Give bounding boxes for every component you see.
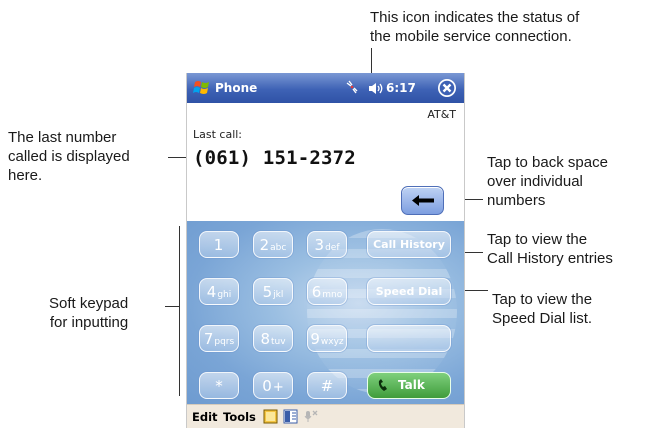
key-letters: jkl [273,290,284,300]
key-digit: 1 [213,236,224,254]
key-letters: + [272,380,284,395]
callout-line: Call History entries [487,250,613,267]
key-digit: 0 [262,377,272,395]
contacts-icon[interactable] [263,409,279,424]
key-digit: 9 [310,330,320,348]
callout-line: Soft keypad [49,295,129,312]
soft-keypad-callout: Soft keypad for inputting [49,294,128,332]
talk-label: Talk [398,378,425,392]
key-letters: def [325,243,340,253]
callout-line: for inputting [49,314,129,331]
notes-icon[interactable] [283,409,299,424]
key-letters: pqrs [214,337,235,347]
callout-line: The last number [8,129,117,146]
clock[interactable]: 6:17 [386,81,416,95]
key-digit: 2 [259,236,270,254]
key-hash[interactable]: # [307,372,347,399]
key-letters: wxyz [320,337,344,347]
key-5[interactable]: 5jkl [253,278,293,305]
menu-bar: Edit Tools [187,404,464,428]
last-call-label: Last call: [193,128,243,141]
tools-menu[interactable]: Tools [223,410,256,424]
title-bar: Phone 6:17 [187,73,464,103]
callout-line: Tap to view the [487,231,588,248]
key-6[interactable]: 6mno [307,278,347,305]
last-number-leader-line [168,157,186,158]
blank-key[interactable] [367,325,451,352]
key-digit: 5 [262,283,273,301]
call-history-callout: Tap to view the Call History entries [487,230,613,268]
handset-icon [378,379,387,391]
key-star[interactable]: * [199,372,239,399]
key-digit: 8 [260,330,270,348]
key-letters: tuv [270,337,286,347]
mute-icon[interactable] [303,409,319,424]
soft-keypad: 1 2abc 3def Call History 4ghi 5jkl 6mno … [187,221,464,404]
keypad-bracket-tick [165,306,179,307]
edit-menu[interactable]: Edit [192,410,218,424]
key-letters: ghi [217,290,232,300]
key-letters: abc [270,243,287,253]
carrier-name: AT&T [427,108,456,121]
key-digit: 7 [203,330,214,348]
backspace-arrow-icon [412,195,434,206]
key-2[interactable]: 2abc [253,231,293,258]
callout-line: here. [8,167,43,184]
callout-line: numbers [487,192,546,209]
speaker-icon[interactable] [368,82,384,95]
last-number-callout: The last number called is displayed here… [8,128,130,185]
backspace-button[interactable] [401,186,444,215]
key-letters: mno [322,290,343,300]
key-3[interactable]: 3def [307,231,347,258]
talk-button[interactable]: Talk [367,372,451,399]
key-9[interactable]: 9wxyz [307,325,347,352]
callout-line: This icon indicates the status of [370,9,580,26]
connection-status-icon[interactable] [345,80,359,94]
start-flag-icon[interactable] [192,78,212,98]
key-digit: 4 [206,283,217,301]
key-digit: 3 [314,236,325,254]
pocket-pc-phone-screen: Phone 6:17 AT&T Last call: (061) 151-237… [186,73,465,428]
speed-dial-callout: Tap to view the Speed Dial list. [492,290,592,328]
callout-line: the mobile service connection. [370,28,572,45]
connection-status-callout: This icon indicates the status of the mo… [370,8,579,46]
keypad-bracket-vertical [179,226,180,396]
callout-line: over individual [487,173,583,190]
key-1[interactable]: 1 [199,231,239,258]
key-digit: # [320,377,334,395]
last-call-number: (061) 151-2372 [193,147,356,169]
speed-dial-button[interactable]: Speed Dial [367,278,451,305]
backspace-callout: Tap to back space over individual number… [487,153,608,210]
callout-line: Tap to back space [487,154,608,171]
callout-line: called is displayed [8,148,130,165]
call-history-button[interactable]: Call History [367,231,451,258]
key-7[interactable]: 7pqrs [199,325,239,352]
key-4[interactable]: 4ghi [199,278,239,305]
key-0[interactable]: 0+ [253,372,293,399]
callout-line: Tap to view the [492,291,593,308]
key-8[interactable]: 8tuv [253,325,293,352]
key-digit: 6 [311,283,322,301]
close-icon[interactable] [437,78,457,98]
app-title: Phone [215,81,258,95]
key-digit: * [215,377,223,395]
callout-line: Speed Dial list. [492,310,593,327]
